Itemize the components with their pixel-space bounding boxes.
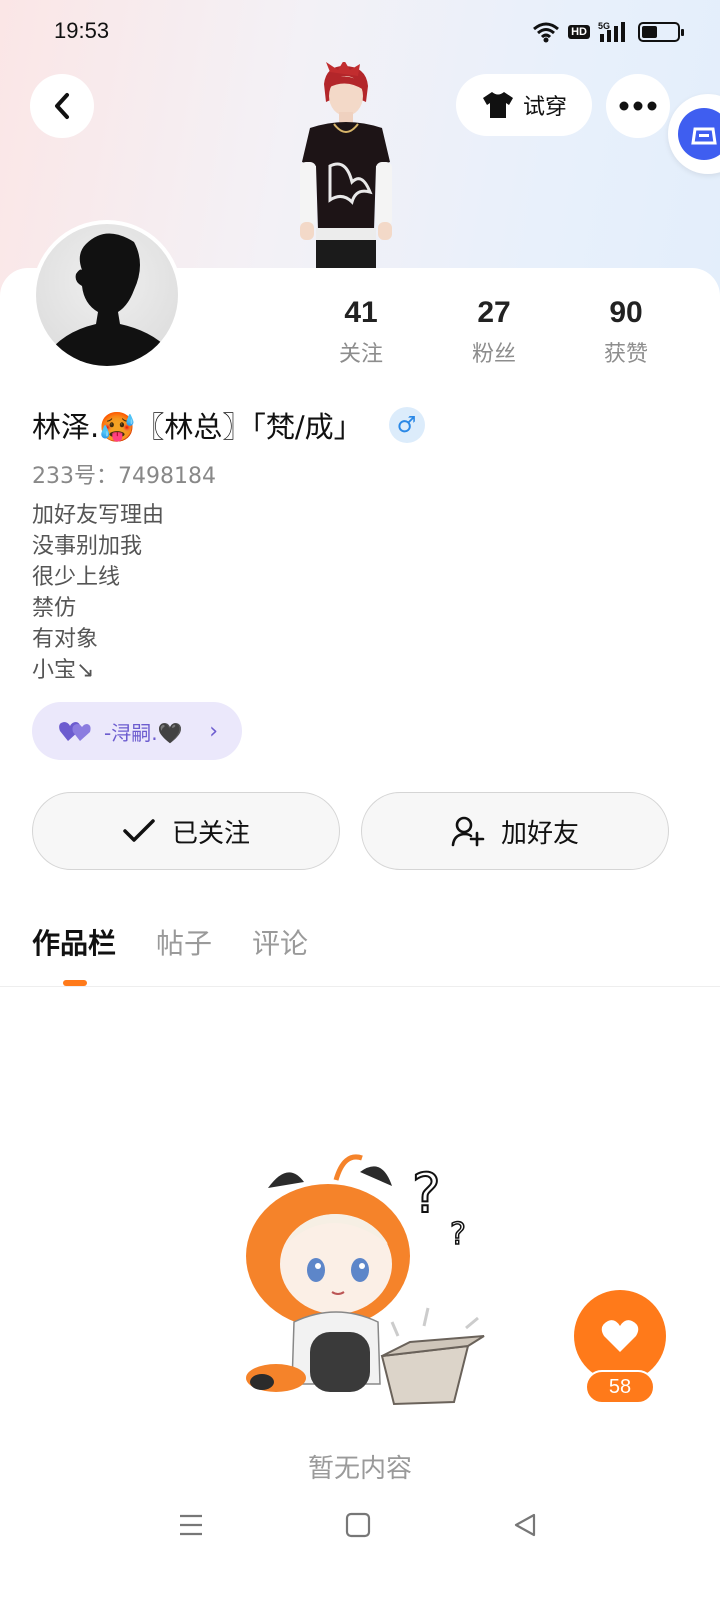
avatar-silhouette <box>46 233 172 366</box>
bio-line: 小宝↘ <box>32 658 95 683</box>
tabs-divider <box>0 986 720 987</box>
following-button[interactable]: 已关注 <box>32 792 340 870</box>
bio-line: 禁仿 <box>32 596 77 621</box>
more-button[interactable] <box>606 74 670 138</box>
stat-following[interactable]: 41 关注 <box>311 296 411 368</box>
stat-label: 粉丝 <box>471 342 516 367</box>
svg-text:?: ? <box>412 1162 441 1225</box>
more-dots-icon <box>619 101 657 111</box>
empty-state-text: 暂无内容 <box>307 1454 412 1484</box>
stat-value: 41 <box>344 296 378 329</box>
user-id[interactable]: 233号：7498184 <box>32 458 216 490</box>
stat-label: 获赞 <box>603 342 648 367</box>
empty-state-illustration: ? ? <box>246 1154 485 1406</box>
profile-tabs: 作品栏 帖子 评论 <box>32 922 308 962</box>
hd-icon: HD <box>568 25 590 39</box>
add-friend-label: 加好友 <box>500 818 579 849</box>
system-navbar <box>0 1500 720 1560</box>
chevron-right-icon: › <box>209 718 218 744</box>
tab-works[interactable]: 作品栏 <box>32 922 116 962</box>
check-icon <box>123 819 155 842</box>
heart-icon <box>601 1320 639 1352</box>
bio-line: 有对象 <box>32 627 99 652</box>
bio-line: 没事别加我 <box>32 534 143 559</box>
tab-comments[interactable]: 评论 <box>252 922 308 962</box>
avatar[interactable] <box>32 220 182 370</box>
svg-text:5G: 5G <box>598 21 610 31</box>
tshirt-icon <box>482 92 513 118</box>
relation-name: -浔嗣.🖤 <box>104 720 183 745</box>
stat-followers[interactable]: 27 粉丝 <box>444 296 544 368</box>
wifi-icon <box>533 22 560 43</box>
add-friend-button[interactable]: 加好友 <box>361 792 669 870</box>
tab-posts[interactable]: 帖子 <box>156 922 212 962</box>
try-on-button[interactable]: 试穿 <box>456 74 592 136</box>
menu-icon[interactable] <box>178 1512 204 1538</box>
back-triangle-icon[interactable] <box>512 1512 538 1538</box>
relation-chip[interactable]: -浔嗣.🖤 › <box>32 702 242 760</box>
bio: 加好友写理由 没事别加我 很少上线 禁仿 有对象 小宝↘ <box>32 500 164 686</box>
following-label: 已关注 <box>171 818 250 849</box>
battery-icon <box>638 22 684 42</box>
signal-icon: 5G <box>598 21 625 42</box>
add-user-icon <box>451 816 485 847</box>
stat-label: 关注 <box>338 342 383 367</box>
like-count: 58 <box>585 1370 655 1404</box>
stat-value: 27 <box>477 296 511 329</box>
car-icon <box>691 127 717 145</box>
svg-text:?: ? <box>450 1217 466 1252</box>
try-on-label: 试穿 <box>522 95 567 120</box>
like-button[interactable] <box>574 1290 666 1382</box>
bio-line: 加好友写理由 <box>32 503 165 528</box>
back-button[interactable] <box>30 74 94 138</box>
bio-line: 很少上线 <box>32 565 121 590</box>
stat-likes[interactable]: 90 获赞 <box>576 296 676 368</box>
stat-value: 90 <box>609 296 643 329</box>
avatar-3d-figure <box>300 62 392 270</box>
profile-name: 林泽.🥵〖林总〗「梵/成」 <box>32 410 363 444</box>
status-bar: 19:53 HD 5G <box>0 0 720 64</box>
chevron-left-icon <box>55 93 69 119</box>
status-time: 19:53 <box>54 18 110 43</box>
home-square-icon[interactable] <box>345 1512 371 1538</box>
name-row: 林泽.🥵〖林总〗「梵/成」 ♂ <box>32 404 425 446</box>
heart-pair-icon <box>59 722 91 741</box>
gender-male-icon: ♂ <box>388 407 425 443</box>
